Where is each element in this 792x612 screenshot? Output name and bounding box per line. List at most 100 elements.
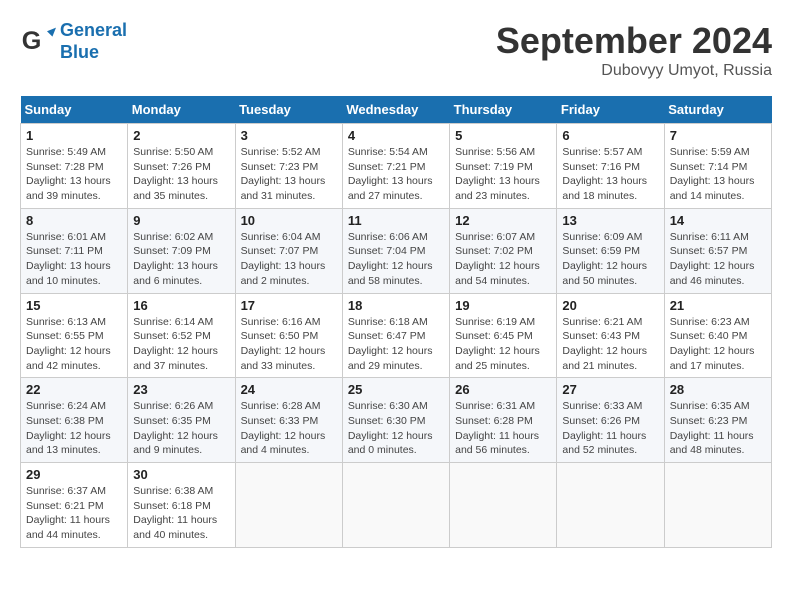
daylight: Daylight: 13 hours and 27 minutes.	[348, 175, 433, 202]
sunset: Sunset: 7:21 PM	[348, 161, 426, 173]
calendar-cell: 1 Sunrise: 5:49 AM Sunset: 7:28 PM Dayli…	[21, 124, 128, 209]
day-number: 14	[670, 213, 766, 228]
sunset: Sunset: 7:04 PM	[348, 245, 426, 257]
day-info: Sunrise: 6:04 AM Sunset: 7:07 PM Dayligh…	[241, 230, 337, 289]
sunset: Sunset: 6:35 PM	[133, 415, 211, 427]
daylight: Daylight: 11 hours and 40 minutes.	[133, 514, 217, 541]
day-info: Sunrise: 6:06 AM Sunset: 7:04 PM Dayligh…	[348, 230, 444, 289]
sunset: Sunset: 6:30 PM	[348, 415, 426, 427]
day-info: Sunrise: 6:19 AM Sunset: 6:45 PM Dayligh…	[455, 315, 551, 374]
day-number: 6	[562, 128, 658, 143]
sunset: Sunset: 7:11 PM	[26, 245, 103, 257]
calendar-header: SundayMondayTuesdayWednesdayThursdayFrid…	[21, 96, 772, 124]
sunrise: Sunrise: 6:24 AM	[26, 400, 106, 412]
sunset: Sunset: 6:57 PM	[670, 245, 748, 257]
calendar-cell: 13 Sunrise: 6:09 AM Sunset: 6:59 PM Dayl…	[557, 208, 664, 293]
day-number: 17	[241, 298, 337, 313]
calendar-cell: 14 Sunrise: 6:11 AM Sunset: 6:57 PM Dayl…	[664, 208, 771, 293]
day-number: 28	[670, 382, 766, 397]
calendar-cell	[235, 463, 342, 548]
day-info: Sunrise: 6:23 AM Sunset: 6:40 PM Dayligh…	[670, 315, 766, 374]
day-number: 30	[133, 467, 229, 482]
sunset: Sunset: 7:02 PM	[455, 245, 533, 257]
daylight: Daylight: 13 hours and 31 minutes.	[241, 175, 326, 202]
day-number: 15	[26, 298, 122, 313]
daylight: Daylight: 12 hours and 9 minutes.	[133, 430, 218, 457]
header-monday: Monday	[128, 96, 235, 124]
daylight: Daylight: 13 hours and 14 minutes.	[670, 175, 755, 202]
calendar-cell: 24 Sunrise: 6:28 AM Sunset: 6:33 PM Dayl…	[235, 378, 342, 463]
sunset: Sunset: 6:28 PM	[455, 415, 533, 427]
day-number: 1	[26, 128, 122, 143]
calendar-cell: 4 Sunrise: 5:54 AM Sunset: 7:21 PM Dayli…	[342, 124, 449, 209]
logo-text: General Blue	[60, 20, 127, 63]
day-info: Sunrise: 6:33 AM Sunset: 6:26 PM Dayligh…	[562, 399, 658, 458]
calendar-cell: 30 Sunrise: 6:38 AM Sunset: 6:18 PM Dayl…	[128, 463, 235, 548]
calendar-cell: 8 Sunrise: 6:01 AM Sunset: 7:11 PM Dayli…	[21, 208, 128, 293]
sunset: Sunset: 6:18 PM	[133, 500, 211, 512]
calendar-cell: 6 Sunrise: 5:57 AM Sunset: 7:16 PM Dayli…	[557, 124, 664, 209]
calendar-cell: 17 Sunrise: 6:16 AM Sunset: 6:50 PM Dayl…	[235, 293, 342, 378]
calendar-cell	[557, 463, 664, 548]
calendar-cell	[664, 463, 771, 548]
sunrise: Sunrise: 6:07 AM	[455, 231, 535, 243]
sunrise: Sunrise: 6:04 AM	[241, 231, 321, 243]
sunset: Sunset: 6:52 PM	[133, 330, 211, 342]
location-subtitle: Dubovyy Umyot, Russia	[496, 62, 772, 80]
day-info: Sunrise: 6:28 AM Sunset: 6:33 PM Dayligh…	[241, 399, 337, 458]
sunrise: Sunrise: 6:37 AM	[26, 485, 106, 497]
svg-text:G: G	[22, 27, 42, 55]
day-info: Sunrise: 6:30 AM Sunset: 6:30 PM Dayligh…	[348, 399, 444, 458]
day-number: 7	[670, 128, 766, 143]
sunrise: Sunrise: 5:54 AM	[348, 146, 428, 158]
sunset: Sunset: 6:23 PM	[670, 415, 748, 427]
day-info: Sunrise: 6:18 AM Sunset: 6:47 PM Dayligh…	[348, 315, 444, 374]
day-number: 21	[670, 298, 766, 313]
day-number: 20	[562, 298, 658, 313]
sunrise: Sunrise: 5:59 AM	[670, 146, 750, 158]
day-info: Sunrise: 5:59 AM Sunset: 7:14 PM Dayligh…	[670, 145, 766, 204]
calendar-cell: 5 Sunrise: 5:56 AM Sunset: 7:19 PM Dayli…	[450, 124, 557, 209]
day-number: 4	[348, 128, 444, 143]
sunset: Sunset: 7:16 PM	[562, 161, 640, 173]
calendar-cell: 27 Sunrise: 6:33 AM Sunset: 6:26 PM Dayl…	[557, 378, 664, 463]
sunrise: Sunrise: 6:33 AM	[562, 400, 642, 412]
day-info: Sunrise: 5:49 AM Sunset: 7:28 PM Dayligh…	[26, 145, 122, 204]
sunrise: Sunrise: 6:26 AM	[133, 400, 213, 412]
daylight: Daylight: 13 hours and 39 minutes.	[26, 175, 111, 202]
calendar-cell: 3 Sunrise: 5:52 AM Sunset: 7:23 PM Dayli…	[235, 124, 342, 209]
calendar-cell: 20 Sunrise: 6:21 AM Sunset: 6:43 PM Dayl…	[557, 293, 664, 378]
day-number: 11	[348, 213, 444, 228]
day-info: Sunrise: 6:07 AM Sunset: 7:02 PM Dayligh…	[455, 230, 551, 289]
page-header: G General Blue September 2024 Dubovyy Um…	[20, 20, 772, 80]
day-number: 27	[562, 382, 658, 397]
daylight: Daylight: 12 hours and 29 minutes.	[348, 345, 433, 372]
day-number: 10	[241, 213, 337, 228]
calendar-cell: 10 Sunrise: 6:04 AM Sunset: 7:07 PM Dayl…	[235, 208, 342, 293]
daylight: Daylight: 12 hours and 33 minutes.	[241, 345, 326, 372]
sunrise: Sunrise: 6:35 AM	[670, 400, 750, 412]
day-number: 22	[26, 382, 122, 397]
header-wednesday: Wednesday	[342, 96, 449, 124]
sunset: Sunset: 6:33 PM	[241, 415, 319, 427]
day-info: Sunrise: 6:35 AM Sunset: 6:23 PM Dayligh…	[670, 399, 766, 458]
sunrise: Sunrise: 5:52 AM	[241, 146, 321, 158]
daylight: Daylight: 12 hours and 37 minutes.	[133, 345, 218, 372]
daylight: Daylight: 13 hours and 23 minutes.	[455, 175, 540, 202]
calendar-cell	[342, 463, 449, 548]
sunrise: Sunrise: 6:02 AM	[133, 231, 213, 243]
sunset: Sunset: 6:43 PM	[562, 330, 640, 342]
daylight: Daylight: 11 hours and 52 minutes.	[562, 430, 646, 457]
sunrise: Sunrise: 5:49 AM	[26, 146, 106, 158]
sunrise: Sunrise: 6:21 AM	[562, 316, 642, 328]
sunrise: Sunrise: 6:06 AM	[348, 231, 428, 243]
day-info: Sunrise: 6:16 AM Sunset: 6:50 PM Dayligh…	[241, 315, 337, 374]
day-info: Sunrise: 6:11 AM Sunset: 6:57 PM Dayligh…	[670, 230, 766, 289]
sunset: Sunset: 6:21 PM	[26, 500, 104, 512]
day-info: Sunrise: 6:38 AM Sunset: 6:18 PM Dayligh…	[133, 484, 229, 543]
sunset: Sunset: 7:19 PM	[455, 161, 533, 173]
daylight: Daylight: 12 hours and 0 minutes.	[348, 430, 433, 457]
day-number: 19	[455, 298, 551, 313]
header-saturday: Saturday	[664, 96, 771, 124]
sunset: Sunset: 6:59 PM	[562, 245, 640, 257]
